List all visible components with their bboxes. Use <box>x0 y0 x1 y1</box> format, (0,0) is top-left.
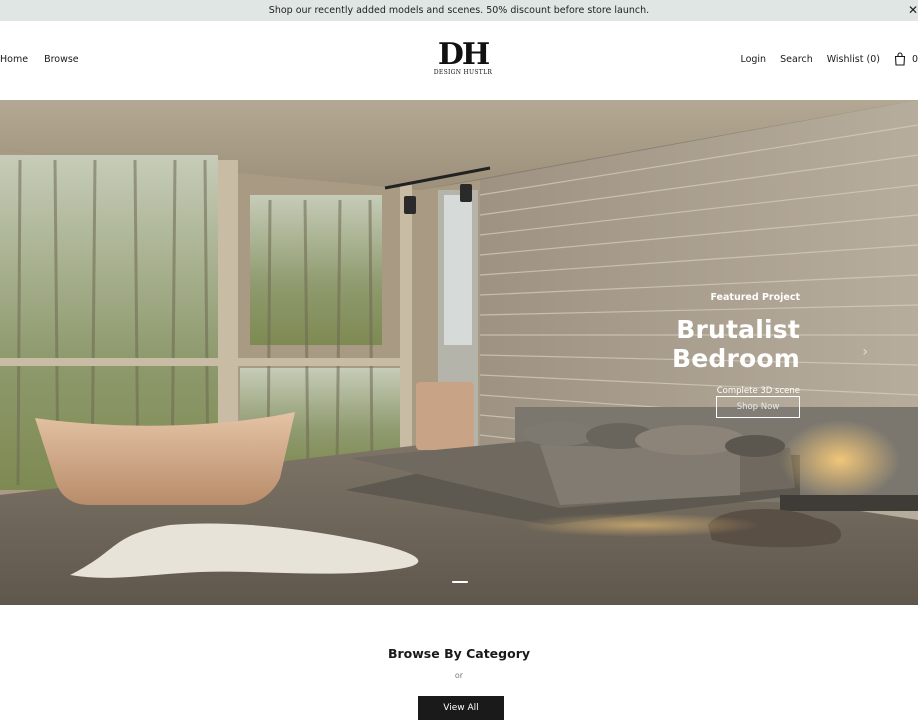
account-nav: Login Search Wishlist (0) 0 <box>740 52 918 66</box>
shopping-bag-icon <box>894 52 906 66</box>
wishlist-link[interactable]: Wishlist (0) <box>827 54 880 65</box>
or-divider: or <box>454 671 464 680</box>
announcement-bar: Shop our recently added models and scene… <box>0 0 918 21</box>
site-logo[interactable]: DH DESIGN HUSTLR <box>432 37 494 77</box>
nav-home-link[interactable]: Home <box>0 54 28 65</box>
view-all-button[interactable]: View All <box>418 696 504 720</box>
shop-now-button[interactable]: Shop Now <box>716 396 800 418</box>
search-link[interactable]: Search <box>780 54 813 65</box>
nav-browse-link[interactable]: Browse <box>44 54 79 65</box>
hero-banner: Featured Project Brutalist Bedroom Compl… <box>0 100 918 605</box>
announcement-text: Shop our recently added models and scene… <box>268 5 650 16</box>
slide-indicators <box>452 581 468 583</box>
primary-nav: Home Browse <box>0 54 79 65</box>
slide-dot[interactable] <box>452 581 468 583</box>
logo-mark: DH <box>437 37 490 72</box>
cart-count: 0 <box>911 53 918 65</box>
hero-text-block: Featured Project Brutalist Bedroom Compl… <box>540 292 800 396</box>
cart-button[interactable]: 0 <box>894 52 918 66</box>
site-header: Home Browse DH DESIGN HUSTLR Login Searc… <box>0 21 918 100</box>
section-title: Browse By Category <box>387 646 531 661</box>
hero-title: Brutalist Bedroom <box>671 315 800 373</box>
logo-wordmark: DESIGN HUSTLR <box>433 69 493 76</box>
hero-subtitle: Complete 3D scene <box>716 386 800 396</box>
login-link[interactable]: Login <box>740 54 766 65</box>
close-icon[interactable]: ✕ <box>908 3 918 17</box>
chevron-right-icon[interactable]: › <box>862 344 868 360</box>
hero-eyebrow: Featured Project <box>710 292 800 303</box>
